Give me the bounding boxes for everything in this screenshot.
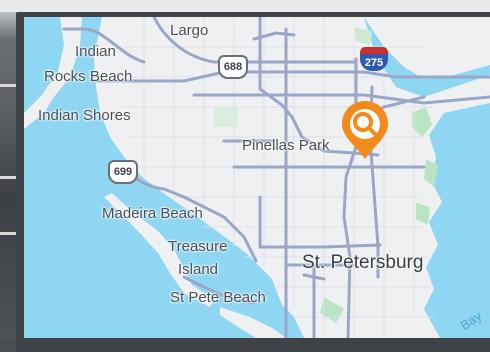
location-pin-graphic bbox=[342, 101, 388, 159]
place-label-largo: Largo bbox=[170, 22, 209, 39]
place-label-pinellas-park: Pinellas Park bbox=[242, 137, 330, 154]
place-label-st-pete-beach: St Pete Beach bbox=[170, 289, 266, 306]
place-label-indian-shores: Indian Shores bbox=[38, 107, 131, 124]
barrier-island bbox=[220, 307, 286, 338]
interstate-shield-top bbox=[360, 47, 388, 54]
place-label-madeira-beach: Madeira Beach bbox=[102, 205, 203, 222]
place-label-treasure-line2: Island bbox=[178, 261, 219, 278]
route-shield-688: 688 bbox=[218, 55, 248, 79]
interstate-shield-275: 275 bbox=[360, 47, 388, 73]
place-label-st-petersburg: St. Petersburg bbox=[302, 252, 424, 273]
route-shield-699: 699 bbox=[108, 160, 138, 184]
place-label-indian-rocks-line2: Rocks Beach bbox=[44, 68, 133, 85]
place-label-treasure-line1: Treasure bbox=[168, 238, 228, 255]
place-label-indian-rocks-line1: Indian bbox=[75, 43, 116, 60]
map-view[interactable]: Largo Indian Rocks Beach Indian Shores P… bbox=[24, 17, 490, 338]
background-sky bbox=[0, 0, 490, 12]
interstate-shield-number: 275 bbox=[360, 54, 388, 71]
